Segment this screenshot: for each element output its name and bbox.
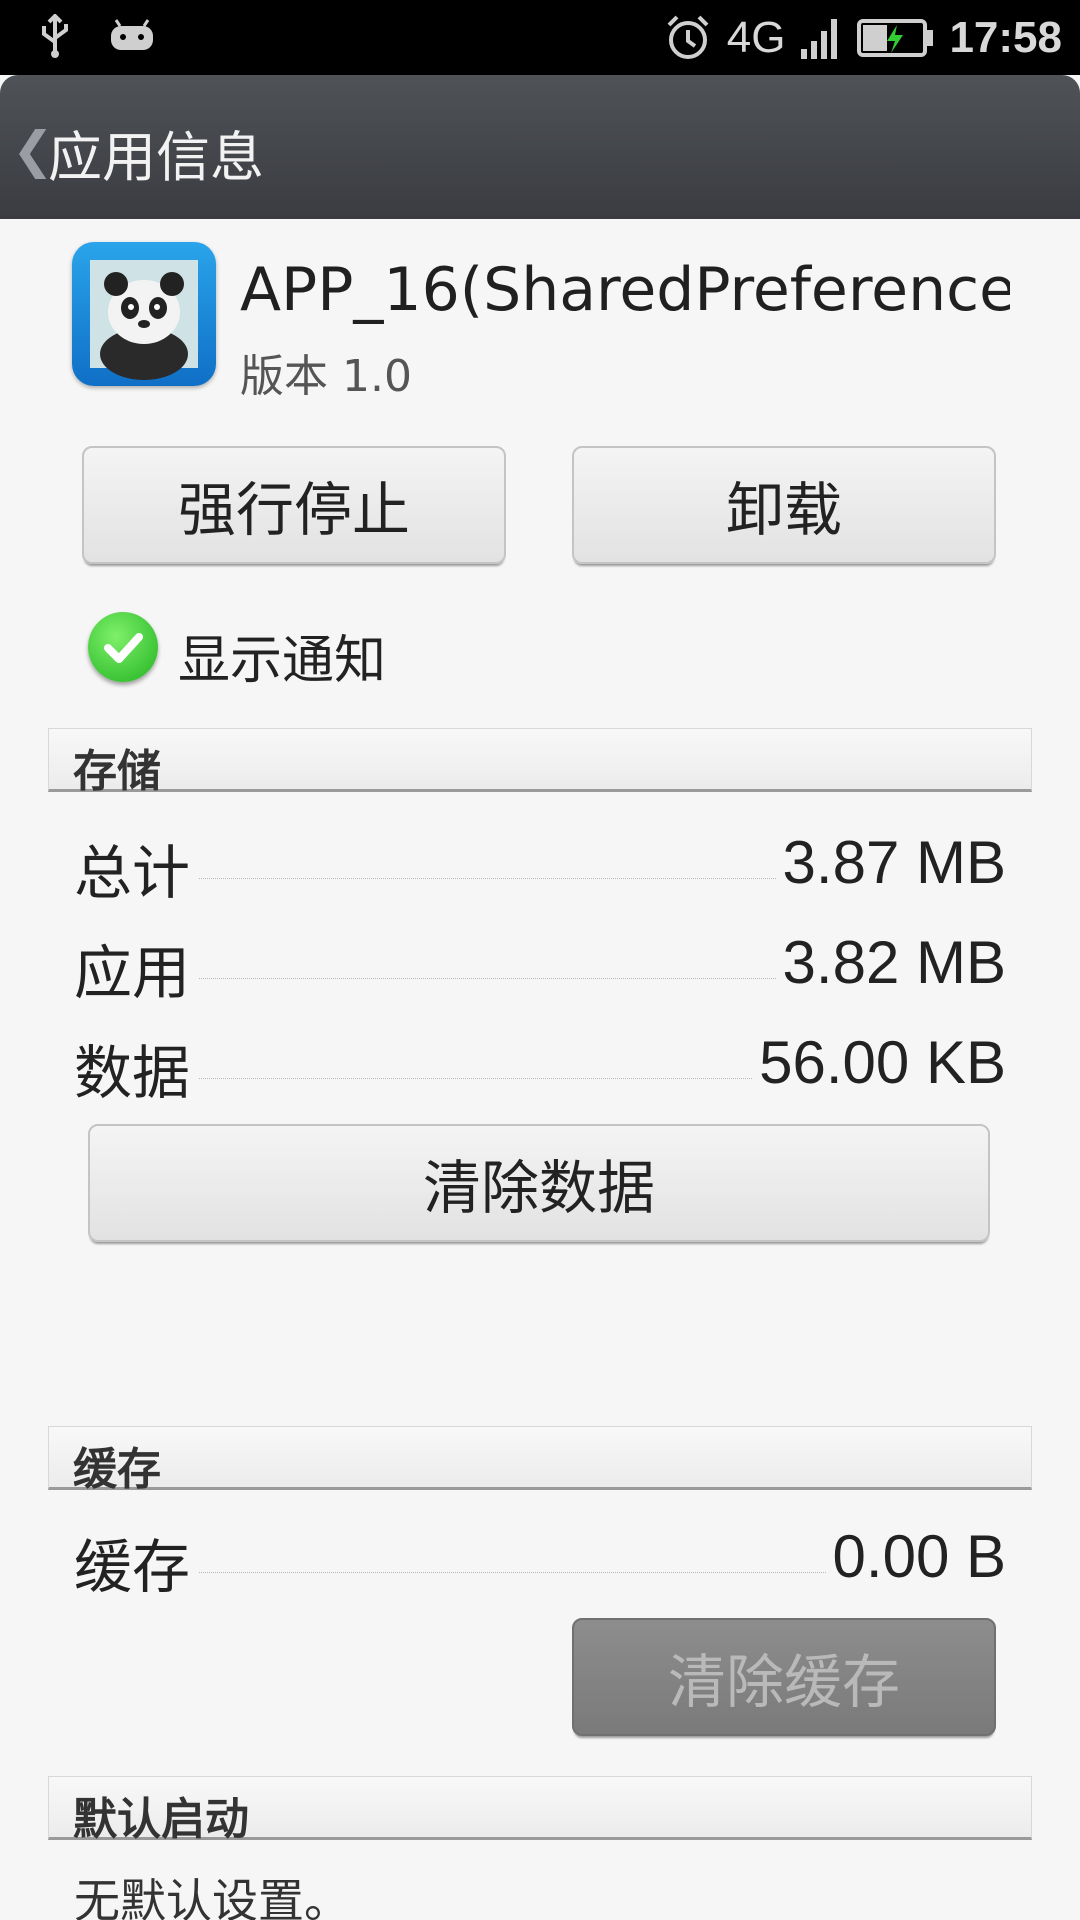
no-defaults-text: 无默认设置。 xyxy=(74,1874,350,1920)
row-value: 3.87 MB xyxy=(776,828,1006,897)
row-label: 缓存 xyxy=(74,1520,197,1604)
status-bar-right: 4G 17:58 xyxy=(663,8,1062,68)
network-type: 4G xyxy=(726,13,786,62)
signal-icon xyxy=(801,19,838,59)
cache-row: 缓存 0.00 B xyxy=(74,1514,1006,1604)
app-name: APP_16(SharedPreferences xyxy=(240,255,1010,325)
row-value: 56.00 KB xyxy=(753,1028,1006,1097)
clear-cache-button[interactable]: 清除缓存 xyxy=(572,1618,996,1736)
default-launch-section-header: 默认启动 xyxy=(48,1776,1032,1845)
battery-charging-icon xyxy=(857,19,934,57)
app-info-screen: 4G 17:58 ❮ 应用信息 APP_16(SharedPreferences… xyxy=(0,0,1080,1920)
app-version: 版本 1.0 xyxy=(240,351,412,402)
cache-header-label: 缓存 xyxy=(73,1444,161,1495)
storage-row-data: 数据 56.00 KB xyxy=(74,1020,1006,1110)
storage-header-label: 存储 xyxy=(73,746,161,797)
uninstall-button[interactable]: 卸载 xyxy=(572,446,996,564)
row-label: 数据 xyxy=(74,1026,197,1110)
cache-section-header: 缓存 xyxy=(48,1426,1032,1495)
row-label: 应用 xyxy=(74,926,197,1010)
app-icon xyxy=(72,242,216,386)
default-launch-header-label: 默认启动 xyxy=(73,1794,249,1845)
clock: 17:58 xyxy=(949,13,1062,62)
status-bar: 4G 17:58 xyxy=(0,0,1080,75)
panda-icon xyxy=(90,260,198,380)
title-bar: ❮ 应用信息 xyxy=(0,75,1080,219)
storage-row-app: 应用 3.82 MB xyxy=(74,920,1006,1010)
page-title[interactable]: 应用信息 xyxy=(48,113,264,192)
row-label: 总计 xyxy=(74,826,197,910)
show-notifications-label[interactable]: 显示通知 xyxy=(178,618,386,693)
force-stop-button[interactable]: 强行停止 xyxy=(82,446,506,564)
checkmark-icon xyxy=(104,633,143,663)
clear-data-button[interactable]: 清除数据 xyxy=(88,1124,990,1242)
row-value: 0.00 B xyxy=(826,1522,1006,1591)
row-value: 3.82 MB xyxy=(776,928,1006,997)
status-bar-left xyxy=(38,14,156,58)
storage-row-total: 总计 3.87 MB xyxy=(74,820,1006,910)
show-notifications-checkbox[interactable] xyxy=(88,612,158,682)
alarm-icon xyxy=(667,15,709,59)
storage-section-header: 存储 xyxy=(48,728,1032,797)
android-icon xyxy=(111,19,153,50)
usb-icon xyxy=(42,14,68,58)
